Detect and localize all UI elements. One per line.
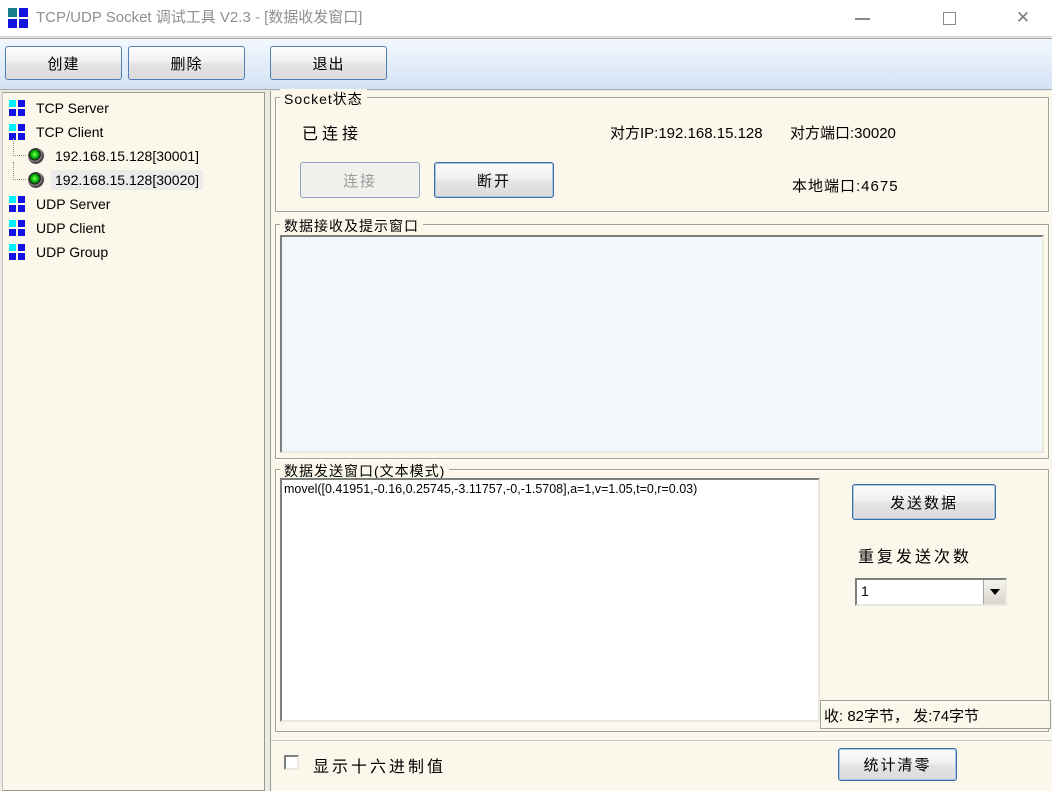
socket-type-icon <box>9 220 25 236</box>
toolbar: 创建 删除 退出 <box>0 38 1052 90</box>
repeat-count-label: 重复发送次数 <box>858 543 972 567</box>
create-button[interactable]: 创建 <box>5 46 122 80</box>
tree-item-label: UDP Group <box>32 242 112 262</box>
peer-port-label: 对方端口:30020 <box>790 122 896 143</box>
connection-led-icon <box>28 172 44 188</box>
tree-item-label: 192.168.15.128[30020] <box>51 170 203 190</box>
tree-item-group[interactable]: TCP Client <box>3 120 264 144</box>
local-port-label: 本地端口:4675 <box>792 175 899 196</box>
tree-item-label: TCP Server <box>32 98 113 118</box>
receive-textarea[interactable] <box>280 235 1044 453</box>
peer-ip-label: 对方IP:192.168.15.128 <box>610 122 763 143</box>
socket-status-group-title: Socket状态 <box>280 89 367 109</box>
byte-stats-label: 收: 82字节， 发:74字节 <box>824 705 979 726</box>
maximize-button[interactable] <box>925 0 973 36</box>
byte-stats-box: 收: 82字节， 发:74字节 <box>820 700 1051 729</box>
disconnect-button[interactable]: 断开 <box>434 162 554 198</box>
combobox-dropdown-button[interactable] <box>983 580 1005 604</box>
receive-group: 数据接收及提示窗口 <box>275 224 1049 459</box>
send-data-button[interactable]: 发送数据 <box>852 484 996 520</box>
tree-item-group[interactable]: UDP Client <box>3 216 264 240</box>
minimize-icon <box>855 18 870 20</box>
tree-item-label: UDP Server <box>32 194 114 214</box>
connection-state-label: 已连接 <box>302 120 362 144</box>
tree-item-label: TCP Client <box>32 122 107 142</box>
send-group: 数据发送窗口(文本模式) movel([0.41951,-0.16,0.2574… <box>275 469 1049 732</box>
receive-group-title: 数据接收及提示窗口 <box>280 216 423 236</box>
tree-item-group[interactable]: UDP Server <box>3 192 264 216</box>
maximize-icon <box>943 12 956 25</box>
connect-button[interactable]: 连接 <box>300 162 420 198</box>
tree-item-label: 192.168.15.128[30001] <box>51 146 203 166</box>
tree-connector-line <box>13 162 26 180</box>
titlebar: TCP/UDP Socket 调试工具 V2.3 - [数据收发窗口] ✕ <box>0 0 1052 37</box>
chevron-down-icon <box>990 589 1000 595</box>
hex-display-label: 显示十六进制值 <box>313 753 446 777</box>
tree-item-connection[interactable]: 192.168.15.128[30020] <box>3 168 264 192</box>
tree-connector-line <box>13 138 26 156</box>
tree-item-group[interactable]: UDP Group <box>3 240 264 264</box>
tree-item-group[interactable]: TCP Server <box>3 96 264 120</box>
socket-tree-panel: TCP Server TCP Client 192.168.15.128[30001… <box>2 92 265 791</box>
tree-item-connection[interactable]: 192.168.15.128[30001] <box>3 144 264 168</box>
send-textarea[interactable]: movel([0.41951,-0.16,0.25745,-3.11757,-0… <box>280 478 820 722</box>
close-icon: ✕ <box>1016 8 1030 28</box>
socket-type-icon <box>9 196 25 212</box>
repeat-count-value: 1 <box>861 583 869 599</box>
data-exchange-panel: Socket状态 已连接 对方IP:192.168.15.128 对方端口:30… <box>270 91 1052 791</box>
app-window: TCP/UDP Socket 调试工具 V2.3 - [数据收发窗口] ✕ 创建… <box>0 0 1052 791</box>
tree-list: TCP Server TCP Client 192.168.15.128[30001… <box>3 96 264 264</box>
repeat-count-combobox[interactable]: 1 <box>855 578 1007 606</box>
socket-type-icon <box>9 244 25 260</box>
close-button[interactable]: ✕ <box>999 0 1047 36</box>
exit-button[interactable]: 退出 <box>270 46 387 80</box>
window-title: TCP/UDP Socket 调试工具 V2.3 - [数据收发窗口] <box>36 0 362 36</box>
socket-status-group: Socket状态 已连接 对方IP:192.168.15.128 对方端口:30… <box>275 97 1049 212</box>
delete-button[interactable]: 删除 <box>128 46 245 80</box>
connection-led-icon <box>28 148 44 164</box>
tree-item-label: UDP Client <box>32 218 109 238</box>
clear-stats-button[interactable]: 统计清零 <box>838 748 957 781</box>
minimize-button[interactable] <box>838 0 886 36</box>
app-icon <box>8 8 28 28</box>
socket-type-icon <box>9 100 25 116</box>
bottom-options-row: 显示十六进制值 统计清零 <box>271 740 1052 791</box>
hex-display-checkbox[interactable] <box>284 755 299 770</box>
